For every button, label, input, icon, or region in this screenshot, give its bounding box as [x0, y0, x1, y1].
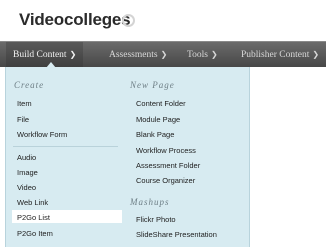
menu-item-audio[interactable]: Audio — [17, 153, 36, 162]
menu-item-module-page[interactable]: Module Page — [136, 115, 180, 124]
menu-item-blank-page[interactable]: Blank Page — [136, 130, 174, 139]
course-menu-icon[interactable] — [122, 14, 135, 27]
menu-item-web-link[interactable]: Web Link — [17, 198, 48, 207]
chevron-down-icon: ❯ — [69, 50, 77, 59]
menu-item-slideshare-presentation[interactable]: SlideShare Presentation — [136, 230, 217, 239]
menu-item-p2go-item[interactable]: P2Go Item — [17, 229, 53, 238]
tab-tools[interactable]: Tools ❯ — [180, 42, 225, 68]
menu-item-assessment-folder[interactable]: Assessment Folder — [136, 161, 200, 170]
menu-item-file[interactable]: File — [17, 115, 29, 124]
menu-item-video[interactable]: Video — [17, 183, 36, 192]
menu-item-image[interactable]: Image — [17, 168, 38, 177]
tab-label: Build Content — [13, 50, 67, 60]
build-content-dropdown: Create Item File Workflow Form Audio Ima… — [5, 67, 250, 247]
tab-label: Assessments — [109, 50, 158, 60]
course-title: Videocolleges — [19, 10, 131, 29]
create-heading: Create — [14, 80, 45, 90]
menu-item-workflow-process[interactable]: Workflow Process — [136, 146, 196, 155]
menu-item-course-organizer[interactable]: Course Organizer — [136, 176, 195, 185]
menu-item-p2go-list[interactable]: P2Go List — [17, 213, 50, 222]
tab-label: Tools — [187, 50, 208, 60]
course-header: Videocolleges — [0, 0, 326, 41]
tab-publisher-content[interactable]: Publisher Content ❯ — [234, 42, 326, 68]
mashups-heading: Mashups — [130, 197, 170, 207]
content-menubar: Build Content ❯ Assessments ❯ Tools ❯ Publi… — [0, 41, 326, 68]
menu-item-flickr-photo[interactable]: Flickr Photo — [136, 215, 176, 224]
menu-divider — [13, 146, 118, 147]
tab-assessments[interactable]: Assessments ❯ — [102, 42, 174, 68]
chevron-down-icon: ❯ — [312, 50, 320, 59]
tab-label: Publisher Content — [241, 50, 310, 60]
new-page-heading: New Page — [130, 80, 175, 90]
menu-item-content-folder[interactable]: Content Folder — [136, 99, 186, 108]
tab-build-content[interactable]: Build Content ❯ — [6, 42, 84, 68]
chevron-down-icon: ❯ — [210, 50, 218, 59]
menu-item-item[interactable]: Item — [17, 99, 32, 108]
menu-item-workflow-form[interactable]: Workflow Form — [17, 130, 67, 139]
chevron-down-icon: ❯ — [160, 50, 168, 59]
